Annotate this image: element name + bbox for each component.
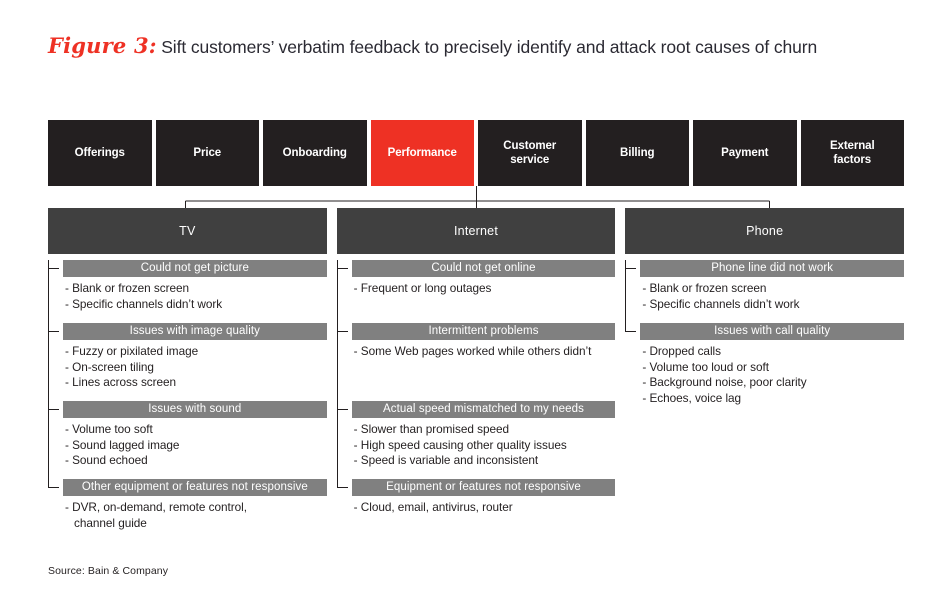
topic-item: - Volume too soft [65,422,153,436]
topic-item: - High speed causing other quality issue… [353,437,567,452]
topic-bar[interactable]: Phone line did not work [640,260,905,277]
topic-bar[interactable]: Could not get online [351,260,616,277]
topic-item: - Cloud, email, antivirus, router [353,500,513,514]
category-row: Offerings Price Onboarding Performance Custo… [48,120,904,186]
topic-group: Equipment or features not responsive - Cl… [336,479,616,516]
topic-item-list: - Blank or frozen screen - Specific chann… [640,281,904,312]
category-box-onboarding[interactable]: Onboarding [263,120,367,186]
topic-item-list: - Fuzzy or pixilated image - On-screen ti… [63,344,327,391]
topic-item: - Slower than promised speed [353,422,509,436]
topic-item: - Some Web pages worked while others did… [353,344,592,358]
group-connector-tick [625,331,637,332]
topic-group: Actual speed mismatched to my needs - Slo… [336,401,616,469]
topic-item-list: - Cloud, email, antivirus, router [352,500,616,516]
topic-item: - On-screen tiling [65,359,154,374]
topic-item-list: - Frequent or long outages [352,281,616,297]
topic-column-tv: Could not get picture - Blank or frozen s… [48,260,327,545]
category-box-customer-service[interactable]: Customer service [478,120,582,186]
group-connector-tick [48,487,59,488]
topic-bar[interactable]: Other equipment or features not responsi… [63,479,327,496]
group-connector-tick [48,268,59,269]
topic-item: - Lines across screen [65,375,177,389]
topic-bar[interactable]: Actual speed mismatched to my needs [351,401,616,418]
topic-column-internet: Could not get online - Frequent or long o… [336,260,616,545]
category-box-performance[interactable]: Performance [370,120,474,186]
topic-item-list: - Dropped calls - Volume too loud or soft… [640,344,904,406]
topic-item: - Sound echoed [65,453,148,467]
group-connector-tick [336,268,348,269]
topic-item: - Dropped calls [642,344,721,358]
group-connector-tick [336,487,348,488]
category-box-external-factors[interactable]: External factors [800,120,904,186]
service-header-phone[interactable]: Phone [625,208,905,254]
topic-group: Phone line did not work - Blank or frozen… [625,260,905,312]
topic-item: - Echoes, voice lag [642,390,742,405]
topic-group: Issues with call quality - Dropped calls -… [625,323,905,406]
topic-item: - Speed is variable and inconsistent [353,453,539,467]
topic-group: Issues with sound - Volume too soft - Soun… [48,401,327,469]
topic-item: - Blank or frozen screen [642,281,767,295]
topic-bar[interactable]: Could not get picture [63,260,327,277]
topic-group: Intermittent problems - Some Web pages wo… [336,323,616,360]
topic-item: - Specific channels didn’t work [642,296,800,311]
topic-item-list: - Volume too soft - Sound lagged image - S… [63,422,327,469]
figure-number-label: Figure 3: [48,33,157,58]
figure-title-block: Figure 3: Sift customers’ verbatim feedb… [48,33,928,67]
topic-item-list: - Slower than promised speed - High speed… [352,422,616,469]
topic-bar[interactable]: Issues with image quality [63,323,327,340]
source-note: Source: Bain & Company [48,565,169,577]
service-header-row: TV Internet Phone [48,208,905,254]
topic-item: - Specific channels didn’t work [65,296,223,311]
service-header-tv[interactable]: TV [48,208,327,254]
category-box-price[interactable]: Price [155,120,259,186]
topic-columns: Could not get picture - Blank or frozen s… [48,260,905,545]
topic-group: Could not get picture - Blank or frozen s… [48,260,327,312]
group-connector-tick [48,409,59,410]
column-spine [336,260,338,488]
category-box-payment[interactable]: Payment [693,120,797,186]
group-connector-tick [625,268,637,269]
topic-item: - Blank or frozen screen [65,281,190,295]
column-spine [625,260,627,332]
page-title: Sift customers’ verbatim feedback to pre… [161,37,818,57]
group-connector-tick [336,409,348,410]
topic-bar[interactable]: Issues with call quality [640,323,905,340]
topic-item: - Volume too loud or soft [642,359,769,374]
topic-group: Issues with image quality - Fuzzy or pixi… [48,323,327,391]
topic-column-phone: Phone line did not work - Blank or frozen… [625,260,905,545]
topic-bar[interactable]: Intermittent problems [351,323,616,340]
service-header-internet[interactable]: Internet [336,208,616,254]
topic-item: - Background noise, poor clarity [642,375,807,389]
topic-bar[interactable]: Equipment or features not responsive [351,479,616,496]
topic-bar[interactable]: Issues with sound [63,401,327,418]
topic-item-list: - DVR, on-demand, remote control, channe… [63,500,327,531]
topic-item: - Fuzzy or pixilated image [65,344,199,358]
topic-item-list: - Blank or frozen screen - Specific chann… [63,281,327,312]
category-box-offerings[interactable]: Offerings [48,120,152,186]
topic-group: Other equipment or features not responsi… [48,479,327,531]
topic-item: - Sound lagged image [65,437,180,452]
topic-item: - DVR, on-demand, remote control, channe… [65,500,247,530]
topic-item-list: - Some Web pages worked while others did… [352,344,616,360]
group-connector-tick [48,331,59,332]
category-box-billing[interactable]: Billing [585,120,689,186]
topic-group: Could not get online - Frequent or long o… [336,260,616,297]
group-connector-tick [336,331,348,332]
topic-item: - Frequent or long outages [353,281,492,295]
column-spine [48,260,49,488]
